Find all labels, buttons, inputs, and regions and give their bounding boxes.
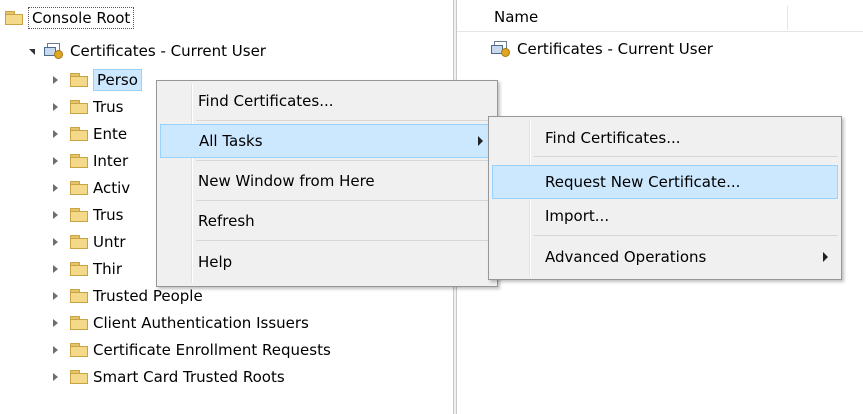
folder-icon: [70, 316, 88, 330]
tree-node-trusted-publishers[interactable]: Trus: [48, 204, 123, 226]
menu-item-label: Find Certificates...: [198, 92, 334, 110]
menu-item-refresh[interactable]: Refresh: [160, 204, 494, 238]
tree-node-label: Thir: [93, 260, 123, 278]
tree-node-label: Client Authentication Issuers: [93, 314, 309, 332]
folder-icon: [70, 154, 88, 168]
tree-node-enrollment-requests[interactable]: Certificate Enrollment Requests: [48, 339, 331, 361]
folder-icon: [70, 235, 88, 249]
menu-item-all-tasks[interactable]: All Tasks: [160, 124, 494, 158]
submenu-item-import[interactable]: Import...: [492, 199, 838, 233]
certificate-store-icon: [44, 42, 64, 60]
menu-item-label: Find Certificates...: [545, 129, 681, 147]
list-item-label: Certificates - Current User: [517, 40, 713, 58]
tree-node-client-auth-issuers[interactable]: Client Authentication Issuers: [48, 312, 309, 334]
folder-icon: [70, 289, 88, 303]
tree-node-label: Console Root: [28, 7, 135, 29]
expand-triangle-icon[interactable]: [48, 127, 62, 141]
expand-triangle-icon[interactable]: [48, 343, 62, 357]
expand-triangle-icon[interactable]: [48, 100, 62, 114]
menu-item-new-window[interactable]: New Window from Here: [160, 164, 494, 198]
expand-triangle-icon[interactable]: [48, 370, 62, 384]
submenu-item-request-new-certificate[interactable]: Request New Certificate...: [492, 165, 838, 199]
tree-node-certificates-current-user[interactable]: Certificates - Current User: [24, 40, 266, 62]
folder-icon: [70, 262, 88, 276]
tree-node-trusted-root[interactable]: Trus: [48, 96, 123, 118]
tree-node-trusted-people[interactable]: Trusted People: [48, 285, 203, 307]
tree-node-label: Trus: [93, 98, 124, 116]
menu-item-label: Request New Certificate...: [545, 173, 741, 191]
folder-icon: [70, 127, 88, 141]
folder-icon: [70, 73, 88, 87]
expand-triangle-icon[interactable]: [48, 154, 62, 168]
tree-node-smart-card-roots[interactable]: Smart Card Trusted Roots: [48, 366, 285, 388]
expand-triangle-icon[interactable]: [48, 73, 62, 87]
folder-icon: [70, 181, 88, 195]
menu-separator: [196, 160, 494, 161]
list-item[interactable]: Certificates - Current User: [491, 40, 713, 58]
menu-separator: [534, 235, 838, 236]
tree-node-personal[interactable]: Perso: [48, 69, 142, 91]
submenu-arrow-icon: [478, 136, 483, 146]
submenu-item-find-certificates[interactable]: Find Certificates...: [492, 121, 838, 155]
tree-node-label: Untr: [93, 233, 126, 251]
tree-node-enterprise-trust[interactable]: Ente: [48, 123, 127, 145]
tree-node-label: Certificates - Current User: [70, 42, 266, 60]
context-menu: Find Certificates... All Tasks New Windo…: [156, 80, 498, 287]
column-name-label: Name: [494, 8, 539, 26]
tree-node-third-party[interactable]: Thir: [48, 258, 122, 280]
expand-triangle-icon[interactable]: [48, 181, 62, 195]
expand-triangle-icon[interactable]: [48, 289, 62, 303]
folder-icon: [5, 11, 23, 25]
tree-node-label: Perso: [93, 69, 142, 91]
tree-node-intermediate[interactable]: Inter: [48, 150, 128, 172]
folder-icon: [70, 100, 88, 114]
folder-icon: [70, 208, 88, 222]
tree-node-label: Trus: [93, 206, 124, 224]
menu-item-label: Help: [198, 253, 233, 271]
tree-node-console-root[interactable]: Console Root: [3, 7, 135, 29]
menu-item-label: New Window from Here: [198, 172, 375, 190]
menu-item-label: Refresh: [198, 212, 255, 230]
all-tasks-submenu: Find Certificates... Request New Certifi…: [488, 116, 842, 280]
tree-node-label: Certificate Enrollment Requests: [93, 341, 331, 359]
folder-icon: [70, 343, 88, 357]
folder-icon: [70, 370, 88, 384]
menu-item-label: All Tasks: [199, 132, 263, 150]
column-separator[interactable]: [787, 6, 788, 30]
expand-triangle-icon[interactable]: [48, 316, 62, 330]
menu-separator: [196, 240, 494, 241]
menu-item-label: Import...: [545, 207, 610, 225]
menu-item-help[interactable]: Help: [160, 245, 494, 279]
tree-node-untrusted[interactable]: Untr: [48, 231, 126, 253]
menu-item-label: Advanced Operations: [545, 248, 707, 266]
menu-separator: [196, 120, 494, 121]
expand-triangle-icon[interactable]: [48, 208, 62, 222]
tree-node-active-directory[interactable]: Activ: [48, 177, 130, 199]
collapse-triangle-icon[interactable]: [24, 44, 38, 58]
tree-node-label: Activ: [93, 179, 131, 197]
tree-node-label: Trusted People: [93, 287, 203, 305]
expand-triangle-icon[interactable]: [48, 262, 62, 276]
column-header[interactable]: Name: [457, 6, 863, 32]
certificate-store-icon: [491, 40, 511, 58]
tree-node-label: Smart Card Trusted Roots: [93, 368, 285, 386]
tree-node-label: Inter: [93, 152, 129, 170]
menu-separator: [534, 156, 838, 157]
submenu-arrow-icon: [823, 252, 828, 262]
expand-triangle-icon[interactable]: [48, 235, 62, 249]
tree-node-label: Ente: [93, 125, 128, 143]
menu-separator: [196, 200, 494, 201]
menu-item-find-certificates[interactable]: Find Certificates...: [160, 84, 494, 118]
submenu-item-advanced-operations[interactable]: Advanced Operations: [492, 240, 838, 274]
